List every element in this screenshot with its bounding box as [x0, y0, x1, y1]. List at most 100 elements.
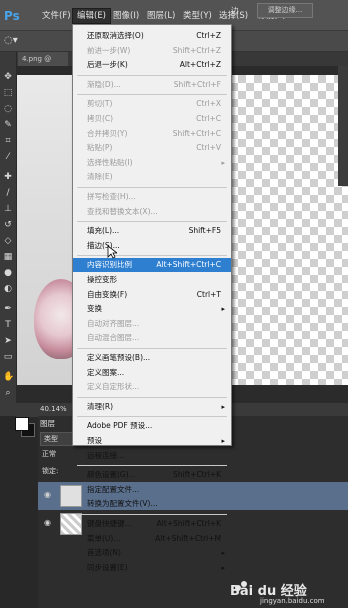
- move-tool-icon[interactable]: ✥: [3, 72, 13, 82]
- menu-image[interactable]: 图像(I): [113, 9, 139, 23]
- path-selection-tool-icon[interactable]: ➤: [3, 336, 13, 346]
- edit-menu-dropdown: 还原取消选择(O) Ctrl+Z 前进一步(W) Shift+Ctrl+Z 后退一步(K…: [72, 24, 232, 572]
- menu-item-label: 填充(L)...: [87, 226, 120, 236]
- eyedropper-tool-icon[interactable]: ⁄: [3, 152, 13, 162]
- menu-separator: [77, 514, 227, 515]
- menu-item-shortcut: Shift+Ctrl+Z: [172, 45, 221, 55]
- gradient-tool-icon[interactable]: ▦: [3, 252, 13, 262]
- edit-menu-item[interactable]: 转换为配置文件(V)...: [73, 497, 231, 511]
- edit-menu-item[interactable]: 定义图案...: [73, 366, 231, 380]
- shape-tool-icon[interactable]: ▭: [3, 352, 13, 362]
- edit-menu-item[interactable]: 远程连接...: [73, 449, 231, 463]
- edit-menu-item[interactable]: 同步设置(E) ▸: [73, 561, 231, 575]
- edit-menu-item[interactable]: 粘贴(P) Ctrl+V: [73, 141, 231, 155]
- hand-tool-icon[interactable]: ✋: [3, 372, 14, 382]
- menu-item-shortcut: Shift+F5: [188, 226, 221, 236]
- type-tool-icon[interactable]: T: [3, 320, 13, 330]
- right-panel-dock: [338, 66, 348, 186]
- menu-item-label: 还原取消选择(O): [87, 31, 144, 40]
- lasso-tool-preset-icon[interactable]: ◌▾: [4, 34, 26, 48]
- eye-icon[interactable]: ◉: [44, 519, 52, 527]
- menu-item-label: 选择性粘贴(I): [87, 157, 133, 167]
- edit-menu-item[interactable]: 定义自定形状...: [73, 380, 231, 394]
- edit-menu-item[interactable]: 描边(S)...: [73, 239, 231, 253]
- menu-item-label: 指定配置文件...: [87, 484, 140, 494]
- menu-item-shortcut: Alt+Shift+Ctrl+M: [155, 533, 221, 543]
- mouse-cursor-icon: [107, 245, 117, 259]
- history-brush-tool-icon[interactable]: ↺: [3, 220, 13, 230]
- menu-separator: [77, 465, 227, 467]
- menu-separator: [77, 94, 227, 96]
- menu-item-label: 变换: [87, 304, 102, 314]
- brush-tool-icon[interactable]: /: [3, 188, 13, 198]
- submenu-arrow-icon: ▸: [221, 563, 225, 572]
- crop-tool-icon[interactable]: ⌗: [3, 136, 13, 146]
- edit-menu-item[interactable]: 自动对齐图层...: [73, 317, 231, 331]
- document-tab[interactable]: 4.png @: [18, 52, 68, 66]
- edit-menu-item[interactable]: 后退一步(K) Alt+Ctrl+Z: [73, 58, 231, 72]
- photoshop-logo: Ps: [4, 9, 20, 23]
- edit-menu-item[interactable]: 前进一步(W) Shift+Ctrl+Z: [73, 44, 231, 58]
- blend-mode-select[interactable]: 正常: [42, 449, 56, 459]
- edit-menu-item[interactable]: 预设 ▸: [73, 434, 231, 448]
- pen-tool-icon[interactable]: ✒: [3, 304, 13, 314]
- menu-item-label: 操控变形: [87, 275, 117, 284]
- submenu-arrow-icon: ▸: [221, 305, 225, 314]
- menu-type[interactable]: 类型(Y): [183, 9, 212, 23]
- healing-brush-tool-icon[interactable]: ✚: [3, 172, 13, 182]
- menu-item-label: 首选项(N): [87, 548, 121, 558]
- edit-menu-item[interactable]: Adobe PDF 预设...: [73, 419, 231, 433]
- edit-menu-item[interactable]: 键盘快捷键... Alt+Shift+Ctrl+K: [73, 517, 231, 531]
- edit-menu-item[interactable]: 操控变形: [73, 273, 231, 287]
- menu-item-label: 清理(R): [87, 401, 114, 411]
- eraser-tool-icon[interactable]: ◇: [3, 236, 13, 246]
- edit-menu-item[interactable]: 合并拷贝(Y) Shift+Ctrl+C: [73, 127, 231, 141]
- watermark-url: jingyan.baidu.com: [260, 597, 325, 605]
- dodge-tool-icon[interactable]: ◐: [3, 284, 13, 294]
- eye-icon[interactable]: ◉: [44, 491, 52, 499]
- edit-menu-item[interactable]: 变换 ▸: [73, 302, 231, 316]
- menu-item-label: 粘贴(P): [87, 143, 113, 153]
- edit-menu-item[interactable]: 指定配置文件...: [73, 483, 231, 497]
- edit-menu-item[interactable]: 定义画笔预设(B)...: [73, 351, 231, 365]
- menu-layer[interactable]: 图层(L): [147, 9, 175, 23]
- menu-item-label: 远程连接...: [87, 450, 125, 460]
- edit-menu-item[interactable]: 查找和替换文本(X)...: [73, 205, 231, 219]
- edit-menu-item[interactable]: 菜单(U)... Alt+Shift+Ctrl+M: [73, 532, 231, 546]
- edit-menu-item[interactable]: 渐隐(D)... Shift+Ctrl+F: [73, 78, 231, 92]
- clone-stamp-tool-icon[interactable]: ⊥: [3, 204, 13, 214]
- edit-menu-item[interactable]: 自由变换(F) Ctrl+T: [73, 288, 231, 302]
- edit-menu-item[interactable]: 选择性粘贴(I) ▸: [73, 156, 231, 170]
- marquee-tool-icon[interactable]: ⬚: [3, 88, 13, 98]
- edit-menu-item[interactable]: 清理(R) ▸: [73, 400, 231, 414]
- edit-menu-item[interactable]: 首选项(N) ▸: [73, 546, 231, 560]
- lasso-tool-icon[interactable]: ◌: [3, 104, 13, 114]
- menu-item-label: Adobe PDF 预设...: [87, 421, 153, 431]
- layers-tab[interactable]: 图层: [40, 418, 55, 429]
- submenu-arrow-icon: ▸: [221, 437, 225, 445]
- menu-edit[interactable]: 编辑(E): [72, 8, 112, 24]
- zoom-tool-icon[interactable]: ⌕: [3, 388, 13, 398]
- menu-separator: [77, 187, 227, 188]
- menu-file[interactable]: 文件(F): [42, 9, 71, 23]
- edit-menu-item[interactable]: 拷贝(C) Ctrl+C: [73, 112, 231, 126]
- edit-menu-item[interactable]: 内容识别比例 Alt+Shift+Ctrl+C: [73, 258, 231, 273]
- edit-menu-item[interactable]: 剪切(T) Ctrl+X: [73, 97, 231, 111]
- menu-item-label: 同步设置(E): [87, 562, 128, 572]
- edit-menu-item[interactable]: 填充(L)... Shift+F5: [73, 224, 231, 238]
- menu-item-label: 自动对齐图层...: [87, 318, 140, 328]
- menu-item-label: 剪切(T): [87, 99, 113, 109]
- foreground-color-swatch[interactable]: [15, 417, 29, 431]
- edit-menu-item[interactable]: 清除(E): [73, 170, 231, 184]
- edit-menu-item[interactable]: 还原取消选择(O) Ctrl+Z: [73, 29, 231, 43]
- refine-edge-button[interactable]: 调整边缘...: [257, 3, 313, 18]
- edit-menu-item[interactable]: 拼写检查(H)...: [73, 190, 231, 204]
- menu-item-shortcut: Shift+Ctrl+C: [172, 128, 221, 138]
- menu-item-label: 定义自定形状...: [87, 382, 140, 392]
- quick-select-tool-icon[interactable]: ✎: [3, 120, 13, 130]
- edit-menu-item[interactable]: 颜色设置(G)... Shift+Ctrl+K: [73, 468, 231, 482]
- submenu-arrow-icon: ▸: [221, 158, 225, 167]
- blur-tool-icon[interactable]: ●: [3, 268, 13, 278]
- menu-item-shortcut: Ctrl+Z: [196, 31, 221, 40]
- edit-menu-item[interactable]: 自动混合图层...: [73, 331, 231, 345]
